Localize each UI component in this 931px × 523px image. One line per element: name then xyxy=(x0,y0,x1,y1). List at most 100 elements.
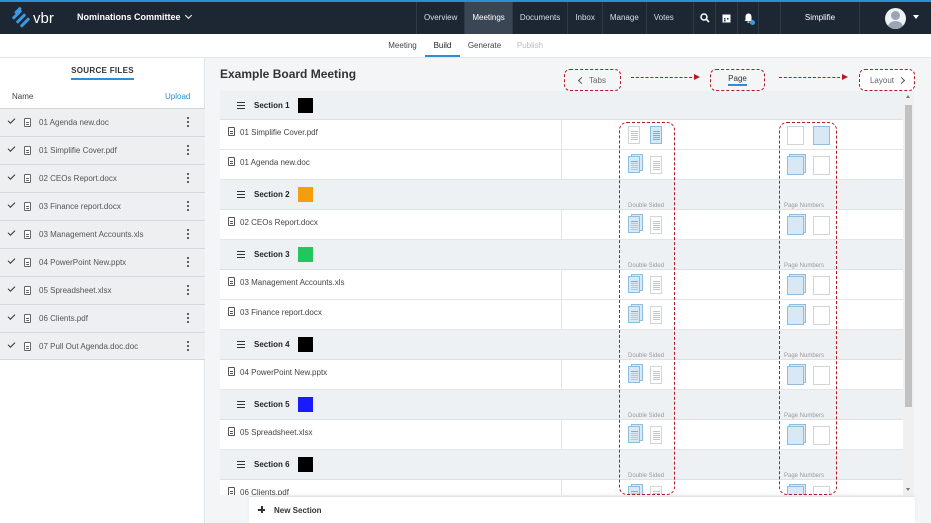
check-icon xyxy=(7,284,16,292)
source-file-row[interactable]: 06 Clients.pdf xyxy=(0,304,205,332)
more-options-icon[interactable] xyxy=(187,341,189,351)
committee-name: Nominations Committee xyxy=(77,12,181,22)
column-divider xyxy=(561,210,562,240)
more-options-icon[interactable] xyxy=(187,285,189,295)
check-icon xyxy=(7,228,16,236)
nav-manage[interactable]: Manage xyxy=(601,2,646,34)
document-name: 02 CEOs Report.docx xyxy=(240,218,318,227)
page-numbers-annotation xyxy=(779,122,837,495)
source-file-row[interactable]: 01 Simplifie Cover.pdf xyxy=(0,136,205,164)
committee-selector[interactable]: Nominations Committee xyxy=(77,11,192,22)
vertical-scrollbar[interactable] xyxy=(903,91,914,495)
nav-meetings[interactable]: Meetings xyxy=(464,2,512,34)
nav-overview[interactable]: Overview xyxy=(416,2,464,34)
section-color-swatch[interactable] xyxy=(298,337,313,352)
more-options-icon[interactable] xyxy=(187,313,189,323)
search-button[interactable] xyxy=(693,2,715,34)
column-divider xyxy=(561,480,562,495)
source-file-row[interactable]: 01 Agenda new.doc xyxy=(0,108,205,136)
drag-handle-icon[interactable] xyxy=(237,102,245,109)
calendar-icon xyxy=(722,14,731,23)
source-file-row[interactable]: 07 Pull Out Agenda.doc.doc xyxy=(0,332,205,360)
column-divider xyxy=(561,300,562,330)
section-name: Section 4 xyxy=(254,340,290,349)
document-icon xyxy=(228,127,235,136)
notifications-button[interactable] xyxy=(737,2,759,34)
chevron-right-icon xyxy=(897,76,906,84)
section-color-swatch[interactable] xyxy=(298,247,313,262)
file-icon xyxy=(24,286,31,295)
section-name: Section 6 xyxy=(254,460,290,469)
section-color-swatch[interactable] xyxy=(298,397,313,412)
drag-handle-icon[interactable] xyxy=(237,251,245,258)
source-file-row[interactable]: 05 Spreadsheet.xlsx xyxy=(0,276,205,304)
document-name: 04 PowerPoint New.pptx xyxy=(240,368,328,377)
drag-handle-icon[interactable] xyxy=(237,341,245,348)
document-icon xyxy=(228,367,235,376)
tabs-label: Tabs xyxy=(589,75,606,85)
source-file-row[interactable]: 04 PowerPoint New.pptx xyxy=(0,248,205,276)
source-files-panel: SOURCE FILES Name Upload 01 Agenda new.d… xyxy=(0,58,205,523)
more-options-icon[interactable] xyxy=(187,145,189,155)
layout-control[interactable]: Layout xyxy=(859,69,915,91)
page-title: Example Board Meeting xyxy=(220,67,357,81)
document-icon xyxy=(228,277,235,286)
tab-build[interactable]: Build xyxy=(425,34,460,57)
source-file-name: 03 Management Accounts.xls xyxy=(39,230,144,239)
calendar-button[interactable] xyxy=(715,2,737,34)
avatar[interactable] xyxy=(885,8,906,29)
more-options-icon[interactable] xyxy=(187,229,189,239)
section-color-swatch[interactable] xyxy=(298,98,313,113)
check-icon xyxy=(7,172,16,180)
tabs-control[interactable]: Tabs xyxy=(564,69,621,91)
more-options-icon[interactable] xyxy=(187,173,189,183)
scroll-up-icon[interactable] xyxy=(906,95,910,98)
document-name: 03 Finance report.docx xyxy=(240,308,322,317)
tab-meeting[interactable]: Meeting xyxy=(384,34,421,57)
page-control[interactable]: Page xyxy=(710,69,765,91)
source-file-row[interactable]: 03 Finance report.docx xyxy=(0,192,205,220)
check-icon xyxy=(7,116,16,124)
file-icon xyxy=(24,230,31,239)
file-icon xyxy=(24,118,31,127)
section-header-row[interactable]: Section 1 xyxy=(220,91,903,120)
new-section-button[interactable]: New Section xyxy=(249,496,915,523)
nav-inbox[interactable]: Inbox xyxy=(567,2,602,34)
source-file-row[interactable]: 02 CEOs Report.docx xyxy=(0,164,205,192)
more-options-icon[interactable] xyxy=(187,117,189,127)
drag-handle-icon[interactable] xyxy=(237,401,245,408)
upload-link[interactable]: Upload xyxy=(165,92,190,101)
top-navbar: vbr Nominations Committee Overview Meetin… xyxy=(0,0,931,34)
document-name: 05 Spreadsheet.xlsx xyxy=(240,428,313,437)
tab-generate[interactable]: Generate xyxy=(464,34,505,57)
section-color-swatch[interactable] xyxy=(298,457,313,472)
more-options-icon[interactable] xyxy=(187,201,189,211)
section-color-swatch[interactable] xyxy=(298,187,313,202)
logo[interactable]: vbr xyxy=(11,6,54,28)
document-icon xyxy=(228,157,235,166)
document-name: 01 Agenda new.doc xyxy=(240,158,310,167)
name-column-header[interactable]: Name xyxy=(12,92,33,101)
caret-down-icon[interactable] xyxy=(913,15,919,19)
check-icon xyxy=(7,144,16,152)
drag-handle-icon[interactable] xyxy=(237,461,245,468)
user-name[interactable]: Simplifie xyxy=(780,2,860,34)
build-area: Example Board Meeting Tabs Page Layout S… xyxy=(205,58,931,523)
source-file-row[interactable]: 03 Management Accounts.xls xyxy=(0,220,205,248)
column-divider xyxy=(561,120,562,150)
drag-handle-icon[interactable] xyxy=(237,191,245,198)
source-files-title: SOURCE FILES xyxy=(0,66,205,80)
nav-documents[interactable]: Documents xyxy=(511,2,567,34)
scrollbar-thumb[interactable] xyxy=(905,105,912,407)
column-divider xyxy=(561,150,562,180)
nav-votes[interactable]: Votes xyxy=(645,2,681,34)
chevron-down-icon xyxy=(184,11,192,20)
source-file-name: 02 CEOs Report.docx xyxy=(39,174,117,183)
check-icon xyxy=(7,200,16,208)
double-sided-annotation xyxy=(619,122,675,495)
scroll-down-icon[interactable] xyxy=(906,488,910,491)
file-icon xyxy=(24,314,31,323)
check-icon xyxy=(7,256,16,264)
more-options-icon[interactable] xyxy=(187,257,189,267)
column-divider xyxy=(561,270,562,300)
